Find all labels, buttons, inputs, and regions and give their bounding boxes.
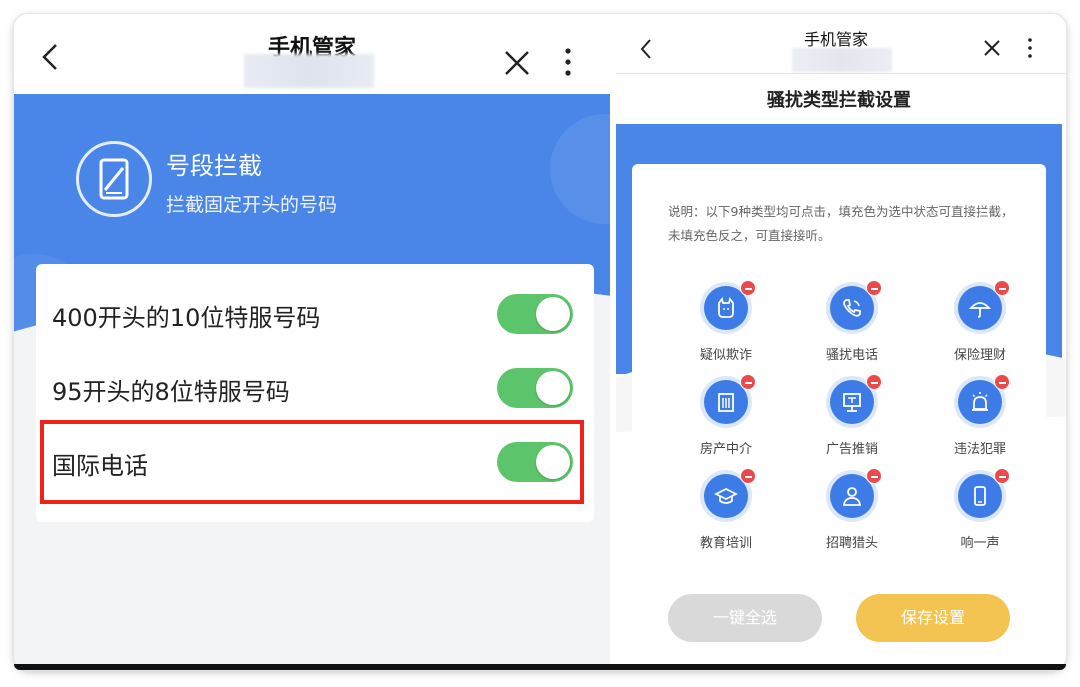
remove-badge-icon[interactable] <box>994 280 1010 296</box>
save-settings-button[interactable]: 保存设置 <box>856 594 1010 642</box>
toggle-switch[interactable] <box>497 294 573 334</box>
category-item[interactable]: 响一声 <box>934 468 1024 554</box>
remove-badge-icon[interactable] <box>740 280 756 296</box>
remove-badge-icon[interactable] <box>866 468 882 484</box>
category-label: 广告推销 <box>825 442 878 457</box>
bottom-edge <box>14 664 1066 670</box>
left-nav-bar: 手机管家 <box>14 14 610 94</box>
right-nav-bar: 手机管家 <box>616 14 1066 74</box>
category-item[interactable]: 教育培训 <box>680 468 770 554</box>
category-item[interactable]: 骚扰电话 <box>806 280 896 366</box>
left-screen: 手机管家 号段拦截 拦截固定开头的号码 400开头的10位特服号码 95开头的8… <box>14 14 610 670</box>
select-all-button[interactable]: 一键全选 <box>668 594 822 642</box>
category-item[interactable]: 违法犯罪 <box>934 374 1024 460</box>
category-label: 招聘猎头 <box>825 536 878 551</box>
right-screen: 手机管家 骚扰类型拦截设置 说明：以下9种类型均可点击，填充色为选中状态可直接拦… <box>616 14 1066 670</box>
category-item[interactable]: 房产中介 <box>680 374 770 460</box>
more-options-icon[interactable] <box>1024 36 1036 60</box>
category-item[interactable]: 保险理财 <box>934 280 1024 366</box>
row-label: 400开头的10位特服号码 <box>52 304 321 332</box>
more-options-icon[interactable] <box>558 46 578 78</box>
category-label: 房产中介 <box>699 442 752 457</box>
category-item[interactable]: 疑似欺诈 <box>680 280 770 366</box>
category-label: 教育培训 <box>699 536 752 551</box>
blurred-url <box>244 54 374 88</box>
screenshot-frame: 手机管家 号段拦截 拦截固定开头的号码 400开头的10位特服号码 95开头的8… <box>14 14 1066 670</box>
blurred-url <box>792 48 892 72</box>
number-block-icon <box>76 141 152 217</box>
category-label: 骚扰电话 <box>825 348 878 363</box>
category-item[interactable]: 招聘猎头 <box>806 468 896 554</box>
remove-badge-icon[interactable] <box>866 280 882 296</box>
category-label: 违法犯罪 <box>953 442 1006 457</box>
category-item[interactable]: 广告推销 <box>806 374 896 460</box>
page-title: 骚扰类型拦截设置 <box>767 90 911 111</box>
banner-title: 号段拦截 <box>166 152 262 180</box>
remove-badge-icon[interactable] <box>866 374 882 390</box>
close-icon[interactable] <box>502 48 532 78</box>
close-icon[interactable] <box>982 38 1002 58</box>
list-item: 400开头的10位特服号码 <box>36 278 594 352</box>
remove-badge-icon[interactable] <box>994 468 1010 484</box>
category-label: 响一声 <box>960 536 1000 551</box>
category-label: 疑似欺诈 <box>699 348 752 363</box>
banner-subtitle: 拦截固定开头的号码 <box>166 194 338 216</box>
category-card: 说明：以下9种类型均可点击，填充色为选中状态可直接拦截，未填充色反之，可直接接听… <box>632 164 1046 670</box>
remove-badge-icon[interactable] <box>740 468 756 484</box>
remove-badge-icon[interactable] <box>740 374 756 390</box>
toggle-switch[interactable] <box>497 368 573 408</box>
remove-badge-icon[interactable] <box>994 374 1010 390</box>
row-label: 95开头的8位特服号码 <box>52 378 290 406</box>
description-text: 说明：以下9种类型均可点击，填充色为选中状态可直接拦截，未填充色反之，可直接接听… <box>668 204 1014 243</box>
category-label: 保险理财 <box>953 348 1006 363</box>
list-item: 95开头的8位特服号码 <box>36 352 594 426</box>
highlight-box <box>40 420 584 504</box>
